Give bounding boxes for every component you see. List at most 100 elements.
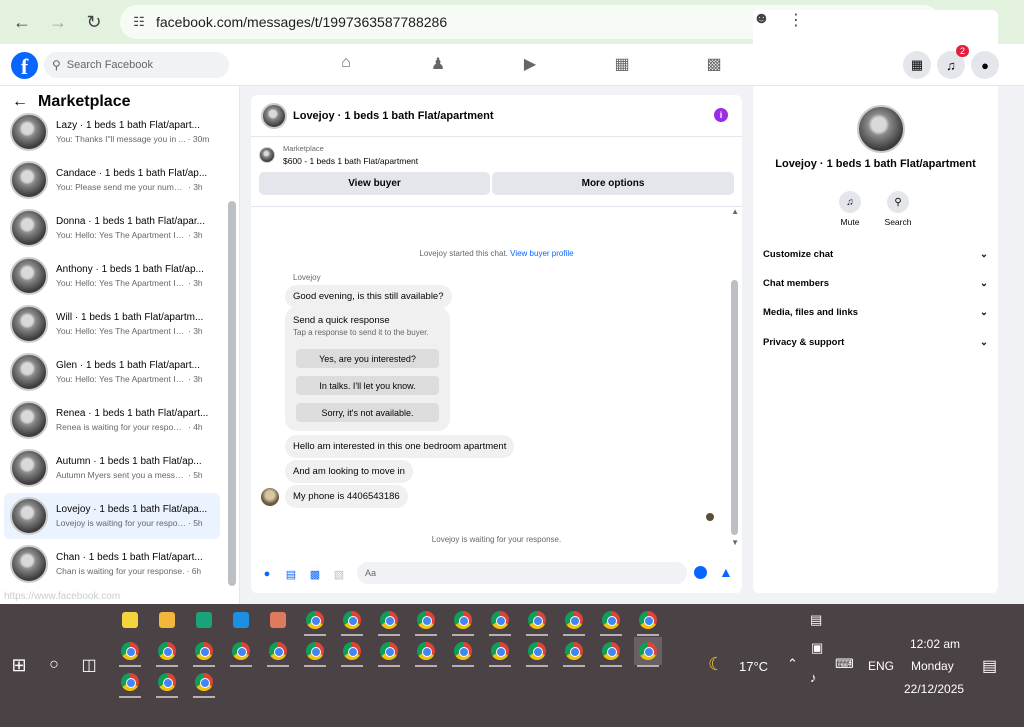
chrome-window-icon[interactable] [338, 637, 366, 667]
chrome-window-icon[interactable] [375, 606, 403, 636]
video-icon[interactable]: ▶ [484, 54, 576, 74]
chrome-window-icon[interactable] [227, 637, 255, 667]
account-avatar[interactable]: ● [971, 51, 999, 79]
search-input[interactable]: ⚲ Search Facebook [44, 52, 229, 78]
view-buyer-button[interactable]: View buyer [259, 172, 490, 195]
chrome-window-icon[interactable] [116, 637, 144, 667]
edge-browser-icon[interactable] [227, 606, 255, 634]
chrome-window-icon[interactable] [190, 637, 218, 667]
home-icon[interactable]: ⌂ [300, 54, 392, 74]
app-icon[interactable] [190, 606, 218, 634]
facebook-logo-icon[interactable]: f [11, 52, 38, 79]
sticky-notes-icon[interactable] [116, 606, 144, 634]
media-files-links-section[interactable]: Media, files and links ⌄ [763, 302, 988, 322]
network-icon[interactable]: ▤ [810, 612, 822, 628]
volume-icon[interactable]: ♪ [810, 670, 817, 685]
conversation-item[interactable]: Renea · 1 beds 1 bath Flat/apart... Renea… [4, 397, 220, 443]
chrome-window-icon[interactable] [153, 637, 181, 667]
gaming-icon[interactable]: ▩ [668, 54, 760, 74]
privacy-support-section[interactable]: Privacy & support ⌄ [763, 332, 988, 352]
language-indicator[interactable]: ENG [868, 659, 894, 673]
back-icon[interactable]: ← [4, 4, 40, 40]
quick-reply-yes[interactable]: Yes, are you interested? [296, 349, 439, 368]
chrome-window-icon[interactable] [486, 606, 514, 636]
chrome-window-icon[interactable] [301, 637, 329, 667]
weather-moon-icon[interactable]: ☾ [708, 654, 724, 675]
chrome-window-icon[interactable] [560, 637, 588, 667]
mute-button[interactable]: ♫ Mute [830, 191, 870, 227]
clock-date[interactable]: 22/12/2025 [904, 682, 964, 696]
search-in-chat-button[interactable]: ⚲ Search [878, 191, 918, 227]
forward-icon[interactable]: → [40, 4, 76, 40]
friends-icon[interactable]: ♟ [392, 54, 484, 74]
chrome-window-icon[interactable] [375, 637, 403, 667]
chrome-window-icon[interactable] [634, 637, 662, 667]
clock-time[interactable]: 12:02 am [910, 637, 960, 651]
search-circle-icon[interactable]: ○ [40, 651, 68, 679]
conversation-item[interactable]: Autumn · 1 beds 1 bath Flat/ap... Autumn … [4, 445, 220, 491]
file-explorer-icon[interactable] [153, 606, 181, 634]
view-buyer-profile-link[interactable]: View buyer profile [510, 249, 573, 258]
chrome-window-icon[interactable] [153, 668, 181, 698]
reload-icon[interactable]: ↻ [76, 4, 112, 40]
listing-avatar[interactable] [857, 105, 905, 153]
paint-icon[interactable] [264, 606, 292, 634]
weather-temp[interactable]: 17°C [739, 659, 768, 674]
conversation-item[interactable]: Candace · 1 beds 1 bath Flat/ap... You: P… [4, 157, 220, 203]
clock-day[interactable]: Monday [911, 659, 954, 673]
marketplace-icon[interactable]: ▦ [576, 54, 668, 74]
quick-reply-not-available[interactable]: Sorry, it's not available. [296, 403, 439, 422]
chrome-window-icon[interactable] [634, 606, 662, 636]
chrome-window-icon[interactable] [449, 637, 477, 667]
listing-thumbnail[interactable] [261, 102, 287, 129]
site-info-icon[interactable]: ☷ [130, 13, 148, 31]
photo-icon[interactable]: ▤ [279, 568, 303, 581]
sender-avatar[interactable] [261, 488, 279, 506]
chrome-window-icon[interactable] [338, 606, 366, 636]
conversation-item[interactable]: Will · 1 beds 1 bath Flat/apartm... You: … [4, 301, 220, 347]
sticker-icon[interactable]: ▩ [303, 568, 327, 581]
chrome-window-icon[interactable] [597, 606, 625, 636]
chat-members-section[interactable]: Chat members ⌄ [763, 273, 988, 293]
chrome-window-icon[interactable] [412, 637, 440, 667]
scroll-down-arrow[interactable]: ▼ [731, 538, 739, 547]
chrome-window-icon[interactable] [523, 606, 551, 636]
chat-window: Lovejoy · 1 beds 1 bath Flat/apartment i… [251, 95, 742, 593]
chrome-window-icon[interactable] [523, 637, 551, 667]
chrome-window-icon[interactable] [264, 637, 292, 667]
conversation-item[interactable]: Chan · 1 beds 1 bath Flat/apart... Chan i… [4, 541, 220, 587]
chrome-window-icon[interactable] [412, 606, 440, 636]
conversation-item[interactable]: Glen · 1 beds 1 bath Flat/apart... You: H… [4, 349, 220, 395]
conversation-item[interactable]: Lazy · 1 beds 1 bath Flat/apart... You: T… [4, 109, 220, 155]
windows-start-icon[interactable]: ⊞ [5, 651, 33, 679]
conversation-item[interactable]: Donna · 1 beds 1 bath Flat/apar... You: H… [4, 205, 220, 251]
like-thumb-icon[interactable]: ▲ [719, 564, 733, 580]
chevron-up-icon[interactable]: ⌃ [787, 656, 798, 672]
conversation-item[interactable]: Lovejoy · 1 beds 1 bath Flat/apa... Lovej… [4, 493, 220, 539]
scroll-up-arrow[interactable]: ▲ [731, 207, 739, 216]
menu-grid-icon[interactable]: ▦ [903, 51, 931, 79]
keyboard-icon[interactable]: ⌨ [835, 656, 854, 672]
more-options-button[interactable]: More options [492, 172, 734, 195]
chrome-window-icon[interactable] [597, 637, 625, 667]
chrome-window-icon[interactable] [560, 606, 588, 636]
chrome-window-icon[interactable] [301, 606, 329, 636]
message-input[interactable]: Aa [357, 562, 687, 584]
camera-icon[interactable]: ▣ [811, 640, 823, 656]
quick-reply-in-talks[interactable]: In talks. I'll let you know. [296, 376, 439, 395]
notification-center-icon[interactable]: ▤ [982, 656, 997, 676]
conversation-item[interactable]: Anthony · 1 beds 1 bath Flat/ap... You: H… [4, 253, 220, 299]
microphone-icon[interactable]: ● [255, 568, 279, 580]
chat-scrollbar[interactable] [731, 280, 738, 535]
customize-chat-section[interactable]: Customize chat ⌄ [763, 244, 988, 264]
chrome-window-icon[interactable] [190, 668, 218, 698]
scrollbar[interactable] [228, 201, 236, 586]
task-view-icon[interactable]: ◫ [75, 651, 103, 679]
chrome-window-icon[interactable] [486, 637, 514, 667]
gif-icon[interactable]: ▧ [327, 568, 351, 581]
notifications-icon[interactable]: ♫ 2 [937, 45, 969, 79]
info-icon[interactable]: i [714, 108, 728, 122]
chrome-window-icon[interactable] [449, 606, 477, 636]
emoji-icon[interactable] [694, 566, 707, 579]
chrome-window-icon[interactable] [116, 668, 144, 698]
